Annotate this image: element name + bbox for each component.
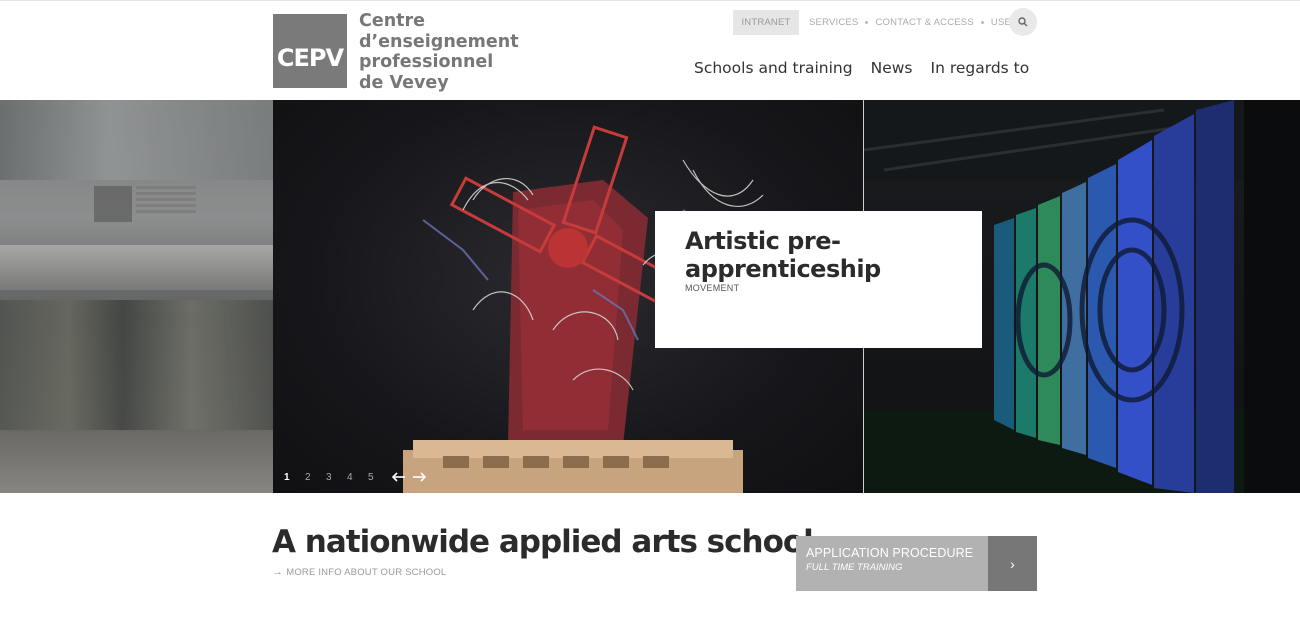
pager-dot-4[interactable]: 4 xyxy=(347,472,368,483)
pager-dot-1[interactable]: 1 xyxy=(284,472,305,483)
more-info-link[interactable]: → MORE INFO ABOUT OUR SCHOOL xyxy=(272,566,446,578)
intranet-button[interactable]: INTRANET xyxy=(733,10,799,35)
page-tagline: A nationwide applied arts school xyxy=(272,524,814,560)
nav-in-regards-to[interactable]: In regards to xyxy=(931,59,1030,77)
search-button[interactable] xyxy=(1009,8,1037,36)
pager-dot-2[interactable]: 2 xyxy=(305,472,326,483)
arrow-left-icon xyxy=(392,472,405,482)
blur-overlay xyxy=(0,100,273,493)
pager-dot-5[interactable]: 5 xyxy=(368,472,389,483)
application-title: APPLICATION PROCEDURE xyxy=(806,546,974,560)
cepv-logo[interactable]: CEPV xyxy=(273,14,347,88)
search-icon xyxy=(1018,17,1028,27)
chevron-right-icon: › xyxy=(988,536,1037,591)
carousel-prev-button[interactable] xyxy=(389,470,409,484)
main-nav: Schools and training News In regards to xyxy=(694,59,1047,77)
institution-name-line: de Vevey xyxy=(359,72,449,93)
slide-caption-card[interactable]: Artistic pre-apprenticeship MOVEMENT xyxy=(655,211,982,348)
more-info-label: MORE INFO ABOUT OUR SCHOOL xyxy=(286,566,447,578)
carousel-next-button[interactable] xyxy=(409,470,429,484)
carousel-pager: 1 2 3 4 5 xyxy=(284,470,429,484)
building-photo[interactable] xyxy=(0,100,273,493)
separator-dot xyxy=(980,21,984,24)
application-subtitle: FULL TIME TRAINING xyxy=(806,562,903,573)
site-header: CEPV Centre d’enseignement professionnel… xyxy=(0,0,1300,100)
utility-link-use[interactable]: USE xyxy=(991,17,1011,28)
institution-name-line: d’enseignement xyxy=(359,31,519,52)
separator-dot xyxy=(865,21,869,24)
utility-link-contact[interactable]: CONTACT & ACCESS xyxy=(875,17,973,28)
utility-link-services[interactable]: SERVICES xyxy=(809,17,858,28)
application-procedure-panel: APPLICATION PROCEDURE FULL TIME TRAINING xyxy=(796,536,988,591)
slide-title: Artistic pre-apprenticeship xyxy=(685,227,881,283)
arrow-right-icon: → xyxy=(272,566,284,578)
hero-carousel: 1 2 3 4 5 xyxy=(0,100,1300,493)
application-procedure-button[interactable]: APPLICATION PROCEDURE FULL TIME TRAINING… xyxy=(796,536,1037,591)
utility-nav: INTRANET SERVICES CONTACT & ACCESS USE xyxy=(733,10,1011,35)
institution-name-line: Centre xyxy=(359,11,426,31)
institution-name[interactable]: Centre d’enseignement professionnel de V… xyxy=(359,11,529,93)
logo-text: CEPV xyxy=(276,44,344,72)
slide-subtitle: MOVEMENT xyxy=(685,283,740,293)
arrow-right-icon xyxy=(413,472,426,482)
nav-news[interactable]: News xyxy=(871,59,913,77)
pager-dot-3[interactable]: 3 xyxy=(326,472,347,483)
nav-schools-and-training[interactable]: Schools and training xyxy=(694,59,853,77)
institution-name-line: professionnel xyxy=(359,52,494,72)
